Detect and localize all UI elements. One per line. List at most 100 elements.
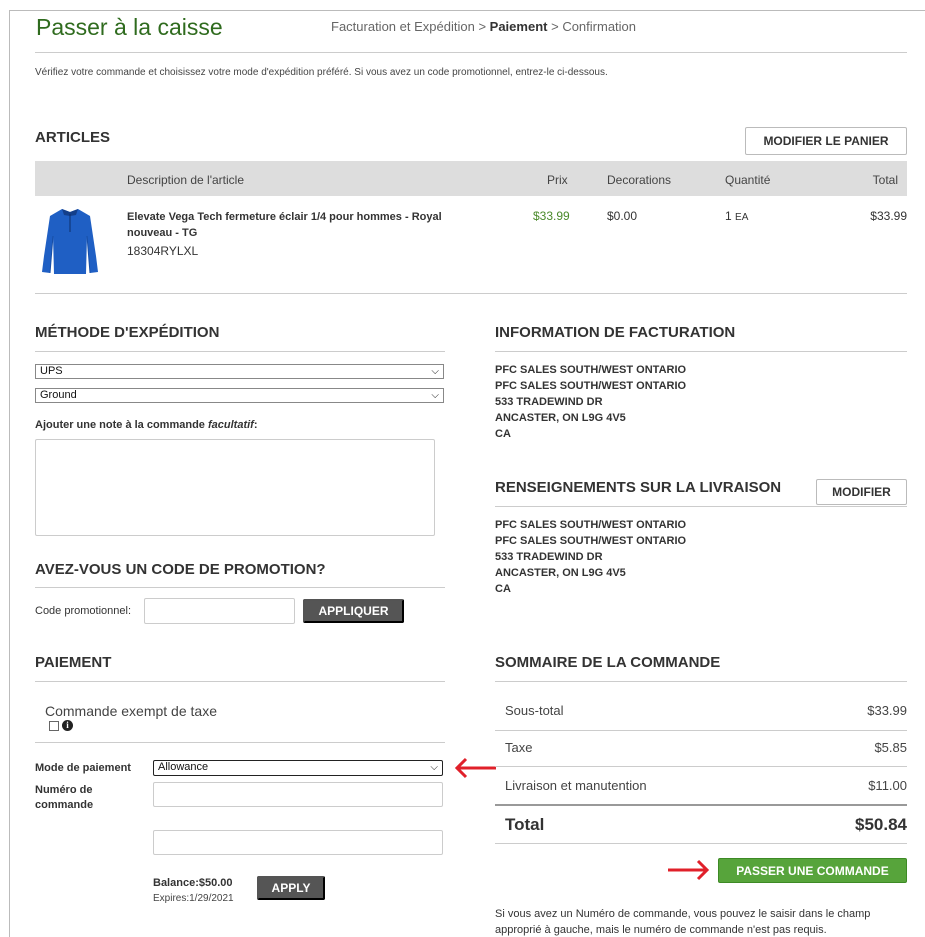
payment-method-value: Allowance: [158, 761, 209, 773]
edit-delivery-button[interactable]: MODIFIER: [816, 479, 907, 505]
billing-line: CA: [495, 428, 511, 440]
item-decorations: $0.00: [607, 209, 638, 223]
billing-line: 533 TRADEWIND DR: [495, 396, 603, 408]
order-number-label-line2: commande: [35, 799, 94, 811]
service-select-value: Ground: [40, 389, 77, 401]
edit-cart-button[interactable]: MODIFIER LE PANIER: [745, 127, 907, 155]
order-number-input[interactable]: [153, 782, 443, 807]
page-title: Passer à la caisse: [36, 14, 223, 40]
delivery-address: PFC SALES SOUTH/WEST ONTARIO PFC SALES S…: [495, 517, 686, 597]
summary-bottom-divider: [495, 843, 907, 844]
delivery-line: ANCASTER, ON L9G 4V5: [495, 567, 626, 579]
carrier-select-value: UPS: [40, 365, 63, 377]
breadcrumb-separator: >: [551, 19, 559, 34]
order-note-colon: :: [253, 419, 258, 431]
total-label: Total: [505, 815, 545, 834]
shipping-divider: [35, 351, 445, 352]
billing-line: ANCASTER, ON L9G 4V5: [495, 412, 626, 424]
product-thumbnail[interactable]: [40, 206, 100, 276]
chevron-down-icon: ⌵: [431, 390, 439, 401]
order-number-note-line1: Si vous avez un Numéro de commande, vous…: [495, 908, 871, 920]
item-sku: 18304RYLXL: [127, 244, 199, 258]
header-divider: [35, 52, 907, 53]
arrow-right-icon: [668, 859, 710, 881]
item-qty-value: 1: [725, 209, 732, 223]
summary-tax-row: Taxe $5.85: [505, 740, 907, 755]
breadcrumb-confirmation: Confirmation: [562, 19, 637, 34]
billing-line: PFC SALES SOUTH/WEST ONTARIO: [495, 364, 687, 376]
item-total: $33.99: [870, 209, 907, 223]
delivery-line: PFC SALES SOUTH/WEST ONTARIO: [495, 519, 687, 531]
payment-method-label: Mode de paiement: [35, 762, 131, 774]
tax-divider: [35, 742, 445, 743]
delivery-heading: RENSEIGNEMENTS SUR LA LIVRAISON: [495, 479, 782, 496]
subtotal-value: $33.99: [867, 703, 907, 718]
billing-address: PFC SALES SOUTH/WEST ONTARIO PFC SALES S…: [495, 362, 686, 442]
col-description: Description de l'article: [127, 173, 245, 187]
info-icon[interactable]: i: [62, 720, 73, 731]
place-order-button[interactable]: PASSER UNE COMMANDE: [718, 858, 907, 883]
summary-total-divider: [495, 804, 907, 806]
item-quantity: 1 EA: [725, 209, 748, 223]
order-number-label-line1: Numéro de: [35, 784, 93, 796]
billing-divider: [495, 351, 907, 352]
expires-text: Expires:1/29/2021: [153, 893, 234, 904]
tax-label: Taxe: [505, 740, 533, 755]
summary-subtotal-row: Sous-total $33.99: [505, 703, 907, 718]
promo-heading: AVEZ-VOUS UN CODE DE PROMOTION?: [35, 561, 326, 578]
summary-row-divider: [495, 730, 907, 731]
order-number-note: Si vous avez un Numéro de commande, vous…: [495, 906, 915, 937]
breadcrumb-separator: >: [478, 19, 487, 34]
promo-code-input[interactable]: [144, 598, 295, 624]
carrier-select[interactable]: UPS ⌵: [35, 364, 444, 379]
shipping-value: $11.00: [868, 778, 907, 793]
tax-exempt-label: Commande exempt de taxe: [45, 703, 217, 719]
payment-heading: PAIEMENT: [35, 654, 112, 671]
intro-text: Vérifiez votre commande et choisissez vo…: [35, 67, 608, 78]
order-number-note-line2: approprié à gauche, mais le numéro de co…: [495, 924, 827, 936]
allowance-code-input[interactable]: [153, 830, 443, 855]
promo-divider: [35, 587, 445, 588]
subtotal-label: Sous-total: [505, 703, 564, 718]
breadcrumb-billing[interactable]: Facturation et Expédition: [331, 19, 475, 34]
order-note-label-text: Ajouter une note à la commande: [35, 419, 205, 431]
item-name-line2: nouveau - TG: [127, 227, 198, 239]
summary-heading: SOMMAIRE DE LA COMMANDE: [495, 654, 721, 671]
col-decorations: Decorations: [607, 173, 672, 187]
summary-divider: [495, 681, 907, 682]
articles-table-header: Description de l'article Prix Decoration…: [35, 161, 907, 196]
tax-exempt-checkbox[interactable]: [49, 721, 59, 731]
delivery-divider: [495, 506, 907, 507]
arrow-left-icon: [454, 757, 496, 779]
chevron-down-icon: ⌵: [430, 762, 438, 773]
service-select[interactable]: Ground ⌵: [35, 388, 444, 403]
summary-row-divider: [495, 766, 907, 767]
delivery-line: 533 TRADEWIND DR: [495, 551, 603, 563]
billing-heading: INFORMATION DE FACTURATION: [495, 324, 736, 341]
order-note-optional: facultatif: [207, 419, 254, 431]
item-qty-unit: EA: [735, 212, 749, 223]
total-value: $50.84: [855, 815, 907, 834]
chevron-down-icon: ⌵: [431, 366, 439, 377]
breadcrumb: Facturation et Expédition > Paiement > C…: [331, 19, 636, 34]
item-name-line1: Elevate Vega Tech fermeture éclair 1/4 p…: [127, 211, 442, 223]
shipping-method-heading: MÉTHODE D'EXPÉDITION: [35, 324, 220, 341]
tax-value: $5.85: [874, 740, 907, 755]
articles-heading: ARTICLES: [35, 129, 110, 146]
balance-text: Balance:$50.00: [153, 877, 233, 889]
payment-divider: [35, 681, 445, 682]
billing-line: PFC SALES SOUTH/WEST ONTARIO: [495, 380, 687, 392]
breadcrumb-payment: Paiement: [489, 19, 548, 34]
payment-method-select[interactable]: Allowance ⌵: [153, 760, 443, 776]
apply-allowance-button[interactable]: APPLY: [257, 876, 325, 900]
apply-promo-button[interactable]: APPLIQUER: [303, 599, 404, 623]
order-note-textarea[interactable]: [35, 439, 435, 536]
item-name[interactable]: Elevate Vega Tech fermeture éclair 1/4 p…: [127, 209, 442, 241]
delivery-line: PFC SALES SOUTH/WEST ONTARIO: [495, 535, 687, 547]
col-price: Prix: [547, 173, 568, 187]
articles-divider: [35, 293, 907, 294]
summary-shipping-row: Livraison et manutention $11.00: [505, 778, 907, 793]
shipping-label: Livraison et manutention: [505, 778, 647, 793]
col-quantity: Quantité: [725, 173, 771, 187]
item-price: $33.99: [533, 209, 570, 223]
